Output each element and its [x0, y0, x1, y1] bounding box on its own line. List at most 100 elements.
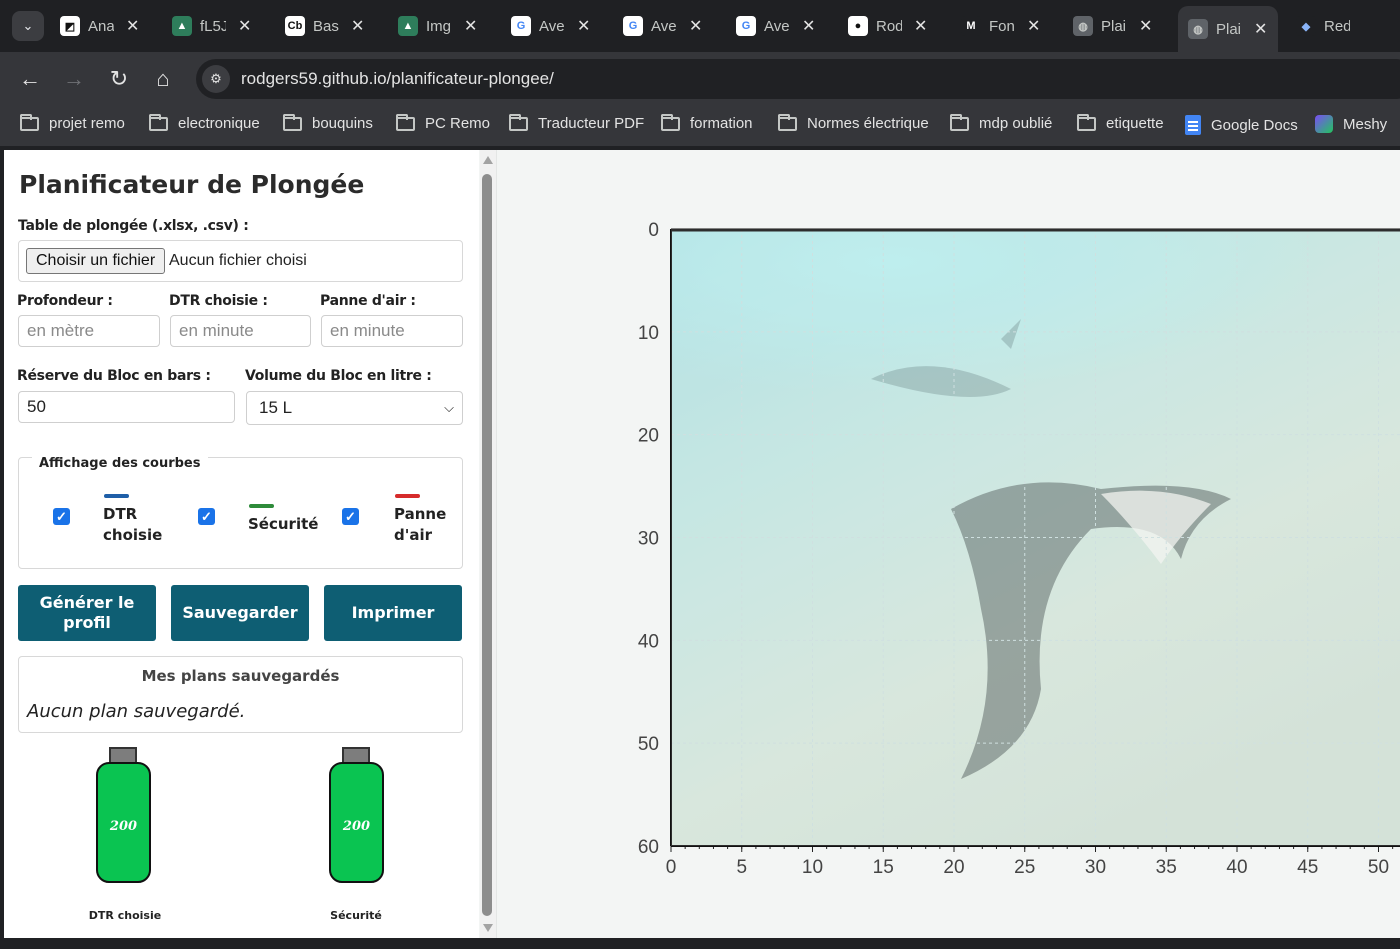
- back-button[interactable]: ←: [17, 66, 43, 92]
- folder-icon: [509, 113, 528, 131]
- chevron-down-icon: ⌄: [22, 18, 34, 33]
- bookmark-formation[interactable]: formation: [661, 113, 753, 132]
- bookmark-meshy[interactable]: Meshy: [1315, 115, 1387, 133]
- browser-tab[interactable]: G Ave ✕: [736, 10, 815, 42]
- bookmark-google-docs[interactable]: Google Docs: [1185, 115, 1298, 135]
- close-icon[interactable]: ✕: [126, 16, 139, 36]
- browser-tab[interactable]: ◆ Red: [1296, 10, 1350, 42]
- reload-button[interactable]: ↻: [106, 66, 132, 92]
- tab-title: Fon: [989, 17, 1015, 35]
- tab-search-button[interactable]: ⌄: [12, 11, 44, 41]
- close-icon[interactable]: ✕: [351, 16, 364, 36]
- scrollbar-thumb[interactable]: [482, 174, 492, 916]
- x-tick-label: 0: [666, 857, 677, 878]
- generate-profile-button[interactable]: Générer le profil: [18, 585, 156, 641]
- browser-tab[interactable]: ◩ Ana ✕: [60, 10, 139, 42]
- depth-input[interactable]: [18, 315, 160, 347]
- bookmark-normes-electrique[interactable]: Normes électrique: [778, 113, 929, 132]
- bookmark-pc-remo[interactable]: PC Remo: [396, 113, 490, 132]
- dtr-curve-checkbox[interactable]: ✓: [53, 508, 70, 525]
- dtr-input[interactable]: [170, 315, 311, 347]
- print-button[interactable]: Imprimer: [324, 585, 462, 641]
- browser-tab[interactable]: ● Rod ✕: [848, 10, 927, 42]
- saved-plans-empty: Aucun plan sauvegardé.: [27, 701, 246, 722]
- site-settings-icon[interactable]: ⚙: [202, 65, 230, 93]
- image-ai-icon: ▲: [398, 16, 418, 36]
- bookmarks-bar: projet remo electronique bouquins PC Rem…: [0, 106, 1400, 146]
- tab-title: fL5J: [200, 17, 226, 35]
- depth-label: Profondeur :: [17, 293, 113, 309]
- bookmark-mdp-oublie[interactable]: mdp oublié: [950, 113, 1052, 132]
- folder-icon: [20, 113, 39, 131]
- x-tick-label: 35: [1156, 857, 1177, 878]
- tab-title: Red: [1324, 17, 1350, 35]
- browser-tab[interactable]: M Fon ✕: [961, 10, 1040, 42]
- x-tick-label: 5: [736, 857, 747, 878]
- plot-overlay: [671, 229, 1400, 846]
- saved-plans-title: Mes plans sauvegardés: [141, 667, 340, 685]
- file-status: Aucun fichier choisi: [169, 252, 307, 269]
- tab-title: Plai: [1216, 20, 1242, 38]
- reserve-label: Réserve du Bloc en bars :: [17, 368, 211, 384]
- scroll-down-icon[interactable]: [483, 924, 493, 932]
- panel-scrollbar[interactable]: [480, 150, 496, 938]
- chevron-down-icon: ⌵: [444, 400, 454, 415]
- save-button[interactable]: Sauvegarder: [171, 585, 309, 641]
- dtr-curve-label: DTR choisie: [103, 505, 163, 544]
- bookmark-electronique[interactable]: electronique: [149, 113, 260, 132]
- browser-tab[interactable]: Cb Bas ✕: [285, 10, 364, 42]
- close-icon[interactable]: ✕: [802, 16, 815, 36]
- page-viewport: Planificateur de Plongée Table de plongé…: [4, 150, 1400, 938]
- air-failure-curve-checkbox[interactable]: ✓: [342, 508, 359, 525]
- y-tick-label: 30: [638, 529, 659, 550]
- browser-tab[interactable]: G Ave ✕: [511, 10, 590, 42]
- gem-icon: ◆: [1296, 16, 1316, 36]
- github-icon: ●: [848, 16, 868, 36]
- dtr-tank-gauge: 200: [94, 747, 154, 887]
- address-bar[interactable]: ⚙ rodgers59.github.io/planificateur-plon…: [196, 59, 1400, 99]
- reserve-input[interactable]: [18, 391, 235, 423]
- close-icon[interactable]: ✕: [577, 16, 590, 36]
- x-tick-label: 40: [1226, 857, 1247, 878]
- safety-tank-label: Sécurité: [330, 909, 382, 922]
- air-failure-curve-swatch: [395, 494, 420, 498]
- y-tick-label: 0: [648, 220, 659, 241]
- globe-icon: ◍: [1073, 16, 1093, 36]
- browser-tab[interactable]: ▲ fL5J ✕: [172, 10, 251, 42]
- x-tick-label: 30: [1085, 857, 1106, 878]
- cb-icon: Cb: [285, 16, 305, 36]
- home-button[interactable]: ⌂: [150, 66, 176, 92]
- close-icon[interactable]: ✕: [914, 16, 927, 36]
- file-input[interactable]: Choisir un fichier Aucun fichier choisi: [18, 240, 463, 282]
- safety-tank-gauge: 200: [327, 747, 387, 887]
- scroll-up-icon[interactable]: [483, 156, 493, 164]
- dtr-curve-swatch: [104, 494, 129, 498]
- volume-select[interactable]: 15 L ⌵: [246, 391, 463, 425]
- close-icon[interactable]: ✕: [1139, 16, 1152, 36]
- air-failure-label: Panne d'air :: [320, 293, 416, 309]
- close-icon[interactable]: ✕: [1254, 19, 1267, 39]
- tank-body: 200: [329, 762, 384, 883]
- air-failure-input[interactable]: [321, 315, 463, 347]
- close-icon[interactable]: ✕: [689, 16, 702, 36]
- address-url[interactable]: rodgers59.github.io/planificateur-plonge…: [241, 69, 554, 89]
- safety-curve-checkbox[interactable]: ✓: [198, 508, 215, 525]
- browser-tab[interactable]: ◍ Plai ✕: [1073, 10, 1152, 42]
- y-tick-label: 20: [638, 426, 659, 447]
- forward-button[interactable]: →: [61, 66, 87, 92]
- bookmark-projet-remo[interactable]: projet remo: [20, 113, 125, 132]
- choose-file-button[interactable]: Choisir un fichier: [26, 248, 166, 274]
- bookmark-bouquins[interactable]: bouquins: [283, 113, 373, 132]
- close-icon[interactable]: ✕: [238, 16, 251, 36]
- close-icon[interactable]: ✕: [464, 16, 477, 36]
- browser-toolbar: ← → ↻ ⌂ ⚙ rodgers59.github.io/planificat…: [0, 52, 1400, 106]
- folder-icon: [778, 113, 797, 131]
- browser-tab[interactable]: G Ave ✕: [623, 10, 702, 42]
- close-icon[interactable]: ✕: [1027, 16, 1040, 36]
- page-title: Planificateur de Plongée: [19, 170, 365, 199]
- browser-tab[interactable]: ▲ Img ✕: [398, 10, 477, 42]
- bookmark-traducteur-pdf[interactable]: Traducteur PDF: [509, 113, 644, 132]
- bookmark-etiquette[interactable]: etiquette: [1077, 113, 1164, 132]
- dive-profile-chart[interactable]: 0 5 10 15 20 25 30 35 40 45 50 0 10 20 30 40 50 60: [497, 150, 1400, 938]
- browser-tab[interactable]: ◍ Plai ✕: [1178, 6, 1278, 52]
